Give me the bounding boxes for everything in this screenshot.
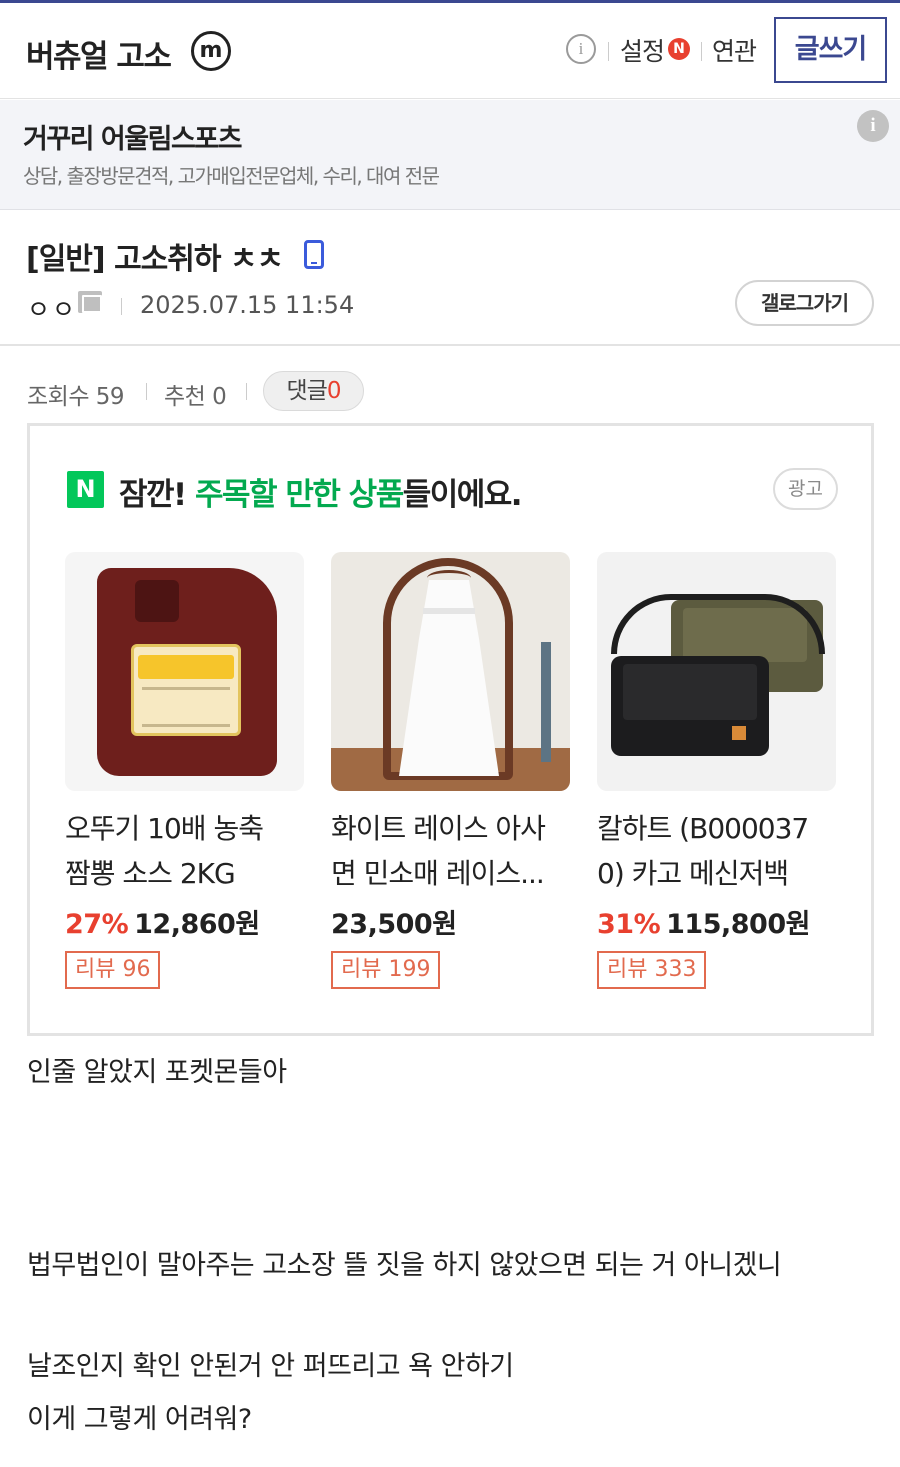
settings-link[interactable]: 설정 xyxy=(620,32,665,68)
comment-label: 댓글 xyxy=(286,378,328,404)
product-price: 27% 12,860원 xyxy=(65,902,260,941)
header: 버츄얼 고소 m i 설정 N 연관 글쓰기 xyxy=(0,3,900,99)
product-name-line: 칼하트 (B000037 xyxy=(597,812,809,845)
stat-separator xyxy=(246,383,247,400)
ad-headline: 잠깐! 주목할 만한 상품들이에요. xyxy=(119,469,523,514)
gallog-button[interactable]: 갤로그가기 xyxy=(735,280,874,326)
product-review-badge: 리뷰 96 xyxy=(65,951,161,989)
related-link[interactable]: 연관 xyxy=(712,32,757,68)
product-image[interactable] xyxy=(331,552,570,791)
gallery-ad-title: 거꾸리 어울림스포츠 xyxy=(23,124,242,155)
product-price-value: 115,800원 xyxy=(666,909,810,940)
gallery-ad-banner[interactable]: 거꾸리 어울림스포츠 상담, 출장방문견적, 고가매입전문업체, 수리, 대여 … xyxy=(0,100,900,210)
naver-logo: N xyxy=(67,471,104,508)
fixed-nick-icon xyxy=(78,291,102,313)
ad-headline-post: 들이에요. xyxy=(402,477,523,513)
product-review-badge: 리뷰 199 xyxy=(331,951,441,989)
product-discount: 31% xyxy=(597,909,661,940)
product-ad: N 잠깐! 주목할 만한 상품들이에요. 광고 오뚜기 10배 농축 짬뽕 소스… xyxy=(27,423,874,1036)
product-image[interactable] xyxy=(597,552,836,791)
post-body-line: 날조인지 확인 안된거 안 퍼뜨리고 욕 안하기 xyxy=(27,1351,514,1382)
ad-headline-pre: 잠깐! xyxy=(119,477,195,513)
post-author[interactable]: ㅇㅇ xyxy=(27,290,77,326)
product-price-value: 23,500원 xyxy=(331,909,457,940)
post-body-line: 이게 그렇게 어려워? xyxy=(27,1404,252,1435)
meta-separator xyxy=(121,298,122,315)
post-body-line: 법무법인이 말아주는 고소장 뜰 짓을 하지 않았으면 되는 거 아니겠니 xyxy=(27,1250,782,1281)
product-name-line: 화이트 레이스 아사 xyxy=(331,812,546,845)
header-separator xyxy=(701,42,702,61)
product-name[interactable]: 칼하트 (B000037 0) 카고 메신저백 xyxy=(597,806,836,896)
product-name-line: 면 민소매 레이스... xyxy=(331,857,545,890)
stat-separator xyxy=(146,383,147,400)
gallery-ad-subtitle: 상담, 출장방문견적, 고가매입전문업체, 수리, 대여 전문 xyxy=(23,164,440,188)
product-review-badge: 리뷰 333 xyxy=(597,951,707,989)
post-header: [일반] 고소취하 ㅊㅊ ㅇㅇ 2025.07.15 11:54 갤로그가기 xyxy=(0,211,900,346)
ad-info-icon[interactable]: i xyxy=(857,110,889,142)
view-count: 조회수 59 xyxy=(27,384,125,410)
comment-count: 0 xyxy=(326,378,342,404)
product-name-line: 짬뽕 소스 2KG xyxy=(65,857,236,890)
ad-label[interactable]: 광고 xyxy=(773,468,838,510)
product-discount: 27% xyxy=(65,909,129,940)
ad-headline-highlight: 주목할 만한 상품 xyxy=(194,477,404,513)
info-icon[interactable]: i xyxy=(566,34,596,64)
product-name[interactable]: 화이트 레이스 아사 면 민소매 레이스... xyxy=(331,806,570,896)
recommend-count: 추천 0 xyxy=(164,384,227,410)
product-image[interactable] xyxy=(65,552,304,791)
minor-gallery-icon: m xyxy=(191,31,231,71)
product-price-value: 12,860원 xyxy=(134,909,260,940)
post-title: [일반] 고소취하 ㅊㅊ xyxy=(26,242,284,277)
write-button[interactable]: 글쓰기 xyxy=(774,17,887,83)
comment-button[interactable]: 댓글0 xyxy=(263,371,364,411)
post-date: 2025.07.15 11:54 xyxy=(140,291,355,319)
gallery-title[interactable]: 버츄얼 고소 xyxy=(26,31,172,76)
header-separator xyxy=(608,42,609,61)
post-stats: 조회수 59 추천 0 댓글0 xyxy=(0,347,900,422)
product-price: 23,500원 xyxy=(331,902,457,941)
post-body-line: 인줄 알았지 포켓몬들아 xyxy=(27,1057,287,1088)
product-name-line: 0) 카고 메신저백 xyxy=(597,857,789,890)
product-price: 31% 115,800원 xyxy=(597,902,810,941)
new-badge: N xyxy=(668,38,690,60)
product-name-line: 오뚜기 10배 농축 xyxy=(65,812,264,845)
mobile-icon xyxy=(304,240,324,269)
product-name[interactable]: 오뚜기 10배 농축 짬뽕 소스 2KG xyxy=(65,806,304,896)
